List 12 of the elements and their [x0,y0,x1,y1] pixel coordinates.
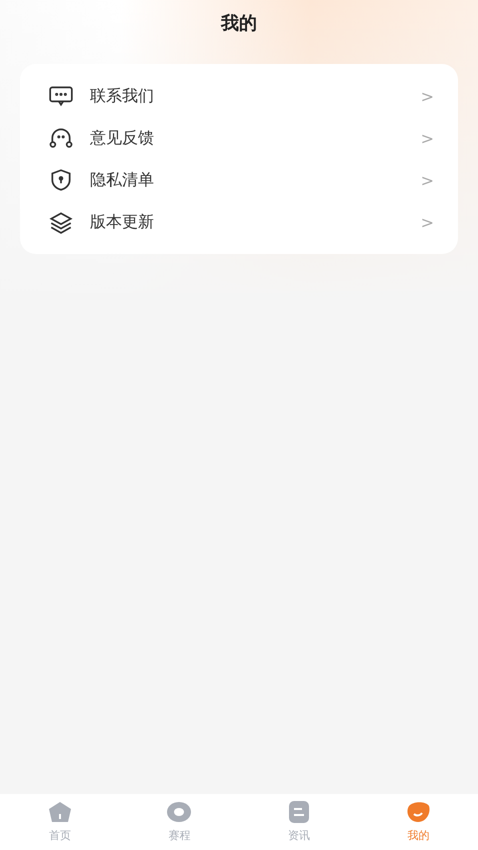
menu-item[interactable]: 联系我们 [90,86,421,106]
ring-icon [166,800,192,824]
home-icon [46,800,73,824]
chevron-icon: > [420,128,434,148]
page-title: 我的 [221,12,257,35]
menu-item[interactable]: 意见反馈 [90,128,421,148]
chevron-icon: > [420,170,434,190]
chevron-icon: > [420,86,434,106]
profile-icon [405,800,432,824]
chevron-icon: > [420,212,434,232]
menu-item[interactable]: 隐私清单 [90,170,421,190]
menu-item[interactable]: 版本更新 [90,212,421,232]
